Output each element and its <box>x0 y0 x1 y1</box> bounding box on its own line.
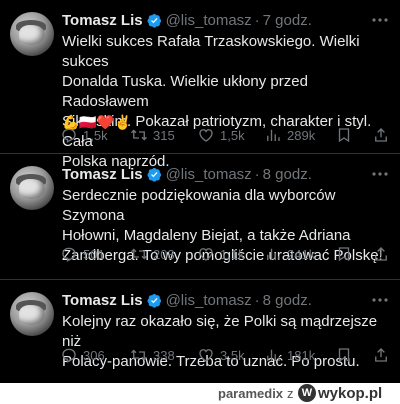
author-handle[interactable]: @lis_tomasz <box>166 12 252 29</box>
verified-badge-icon <box>147 293 161 308</box>
wykop-logo-icon: W <box>298 384 316 402</box>
views-icon <box>267 248 280 260</box>
like-icon <box>199 349 213 362</box>
separator-dot: · <box>254 165 260 183</box>
reply-icon <box>62 128 76 143</box>
like-button[interactable]: 1,5k <box>197 125 245 145</box>
reply-icon <box>62 247 76 262</box>
separator-dot: · <box>254 291 260 309</box>
tweet-time[interactable]: 8 godz. <box>263 166 312 183</box>
reply-icon <box>62 348 76 363</box>
retweet-icon <box>131 129 147 141</box>
action-bar: 501 203 1,1k 241k <box>60 244 398 264</box>
uploader-name: paramedix <box>218 386 284 401</box>
like-count: 1,5k <box>220 127 245 143</box>
reply-button[interactable]: 1,5k <box>60 125 108 145</box>
tweet[interactable]: Tomasz Lis @lis_tomasz · 8 godz. Serdecz… <box>0 154 400 280</box>
bookmark-icon <box>338 128 350 143</box>
retweet-button[interactable]: 203 <box>130 244 175 264</box>
views-button[interactable]: 181k <box>264 345 315 365</box>
tweet-line: Wielki sukces Rafała Trzaskowskiego. Wie… <box>62 33 360 70</box>
wykop-logo: W wykop.pl <box>298 384 382 402</box>
tweet-line: Serdecznie podziękowania dla wyborców Sz… <box>62 187 336 224</box>
like-icon <box>199 248 213 261</box>
retweet-count: 203 <box>153 246 175 262</box>
reply-count: 501 <box>83 246 105 262</box>
tweet-header: Tomasz Lis @lis_tomasz · 7 godz. <box>62 11 312 29</box>
share-button[interactable] <box>372 125 395 145</box>
author-name[interactable]: Tomasz Lis <box>62 12 143 29</box>
tweet-feed: Tomasz Lis @lis_tomasz · 7 godz. Wielki … <box>0 0 400 383</box>
tweet-time[interactable]: 8 godz. <box>263 292 312 309</box>
retweet-icon <box>131 248 147 260</box>
tweet-header: Tomasz Lis @lis_tomasz · 8 godz. <box>62 165 312 183</box>
like-button[interactable]: 1,1k <box>197 244 245 264</box>
tweet-text: Wielki sukces Rafała Trzaskowskiego. Wie… <box>62 32 394 172</box>
share-icon <box>375 348 387 362</box>
author-name[interactable]: Tomasz Lis <box>62 166 143 183</box>
retweet-count: 315 <box>153 127 175 143</box>
share-icon <box>375 128 387 142</box>
watermark-footer: paramedix z W wykop.pl <box>0 383 400 404</box>
tweet-time[interactable]: 7 godz. <box>263 12 312 29</box>
verified-badge-icon <box>147 167 161 182</box>
retweet-count: 338 <box>153 347 175 363</box>
views-count: 181k <box>287 347 316 363</box>
retweet-icon <box>131 349 147 361</box>
bookmark-button[interactable] <box>335 125 358 145</box>
tweet-line: Donalda Tuska. Wielkie ukłony przed Rado… <box>62 73 308 110</box>
reply-button[interactable]: 501 <box>60 244 105 264</box>
reply-count: 1,5k <box>83 127 108 143</box>
tweet[interactable]: Tomasz Lis @lis_tomasz · 7 godz. Wielki … <box>0 0 400 170</box>
like-count: 1,1k <box>220 246 245 262</box>
avatar[interactable] <box>10 12 54 56</box>
views-count: 289k <box>287 127 316 143</box>
like-count: 3,5k <box>220 347 245 363</box>
avatar[interactable] <box>10 166 54 210</box>
wykop-site-name: wykop.pl <box>318 384 383 402</box>
bookmark-button[interactable] <box>335 345 358 365</box>
more-options-icon[interactable] <box>370 291 390 309</box>
views-icon <box>267 349 280 361</box>
retweet-button[interactable]: 338 <box>130 345 175 365</box>
separator-dot: · <box>254 11 260 29</box>
views-button[interactable]: 241k <box>264 244 315 264</box>
retweet-button[interactable]: 315 <box>130 125 175 145</box>
views-button[interactable]: 289k <box>264 125 315 145</box>
bookmark-button[interactable] <box>335 244 358 264</box>
action-bar: 1,5k 315 1,5k 289k <box>60 125 398 145</box>
author-name[interactable]: Tomasz Lis <box>62 292 143 309</box>
views-icon <box>267 129 280 141</box>
tweet-line: Hołowni, Magdaleny Biejat, a także Adria… <box>62 227 351 244</box>
from-label: z <box>287 386 294 401</box>
avatar[interactable] <box>10 292 54 336</box>
like-icon <box>199 129 213 142</box>
tweet-header: Tomasz Lis @lis_tomasz · 8 godz. <box>62 291 312 309</box>
reply-button[interactable]: 306 <box>60 345 105 365</box>
share-button[interactable] <box>372 345 395 365</box>
tweet[interactable]: Tomasz Lis @lis_tomasz · 8 godz. Kolejny… <box>0 280 400 383</box>
reply-count: 306 <box>83 347 105 363</box>
screenshot: Tomasz Lis @lis_tomasz · 7 godz. Wielki … <box>0 0 400 404</box>
bookmark-icon <box>338 348 350 363</box>
more-options-icon[interactable] <box>370 165 390 183</box>
author-handle[interactable]: @lis_tomasz <box>166 166 252 183</box>
verified-badge-icon <box>147 13 161 28</box>
views-count: 241k <box>287 246 316 262</box>
like-button[interactable]: 3,5k <box>197 345 245 365</box>
more-options-icon[interactable] <box>370 11 390 29</box>
action-bar: 306 338 3,5k 181k <box>60 345 398 365</box>
author-handle[interactable]: @lis_tomasz <box>166 292 252 309</box>
share-icon <box>375 247 387 261</box>
share-button[interactable] <box>372 244 395 264</box>
bookmark-icon <box>338 247 350 262</box>
